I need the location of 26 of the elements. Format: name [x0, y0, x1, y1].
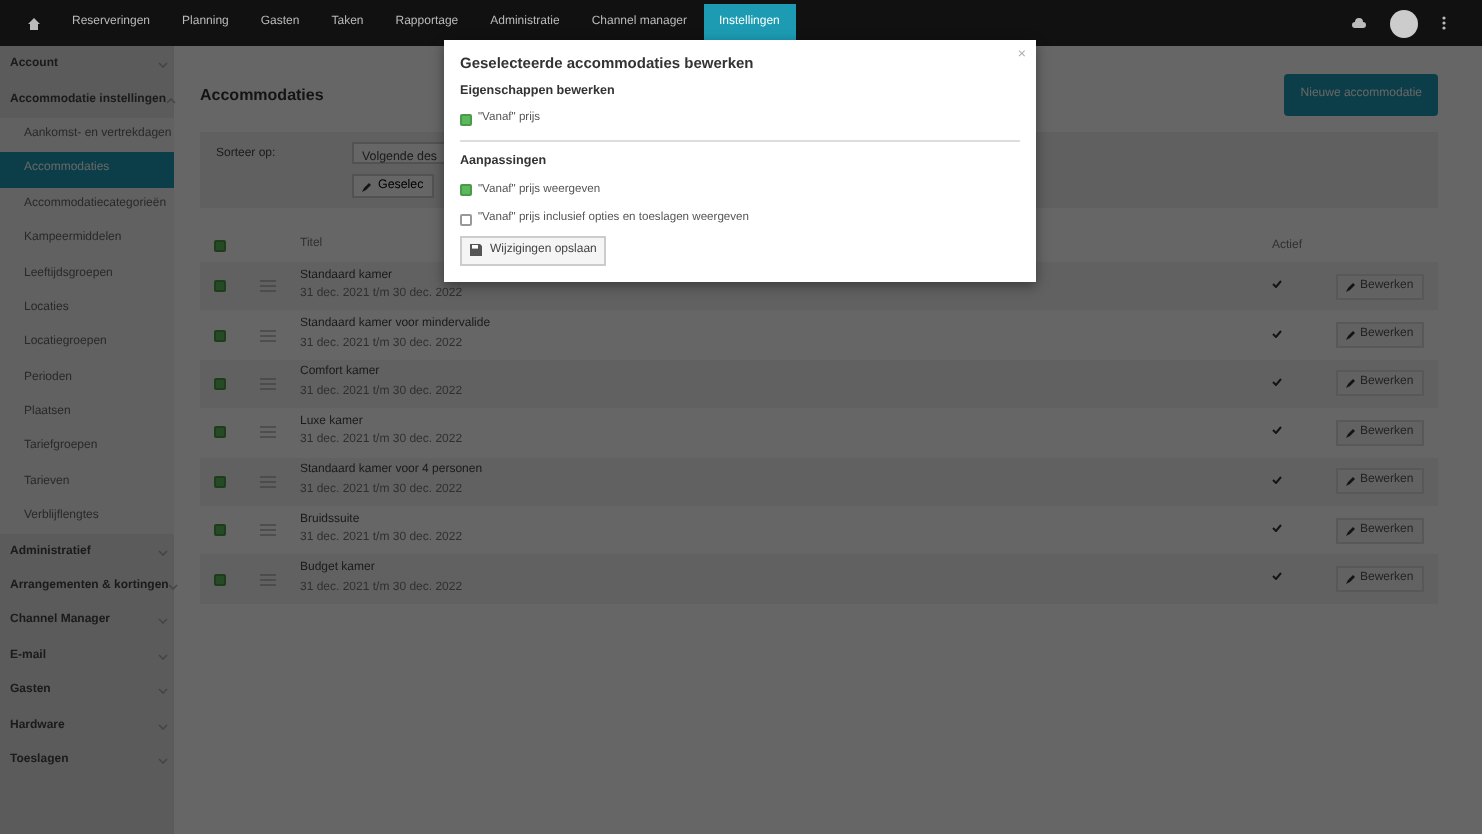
pencil-icon: [1346, 574, 1356, 585]
pencil-icon: [1346, 281, 1356, 292]
pencil-icon: [1346, 427, 1356, 438]
row-checkbox[interactable]: [214, 573, 226, 586]
pencil-icon: [1346, 330, 1356, 341]
row-checkbox[interactable]: [214, 329, 226, 342]
select-all-checkbox[interactable]: [214, 240, 226, 252]
row-checkbox[interactable]: [214, 377, 226, 390]
checkbox[interactable]: [460, 113, 472, 126]
avatar[interactable]: [1390, 9, 1418, 37]
row-checkbox[interactable]: [214, 524, 226, 537]
pencil-icon: [1346, 525, 1356, 536]
cloud-icon[interactable]: [1352, 18, 1366, 28]
page-title: Accommodaties: [200, 85, 324, 105]
drag-handle-icon[interactable]: [259, 524, 275, 537]
pencil-icon: [1346, 378, 1356, 389]
row-checkbox[interactable]: [214, 426, 226, 439]
checkbox[interactable]: [460, 183, 472, 196]
home-icon[interactable]: [28, 17, 40, 29]
row-checkbox[interactable]: [214, 280, 226, 293]
pencil-icon: [1346, 476, 1356, 487]
pencil-icon: [362, 181, 372, 191]
checkbox[interactable]: [460, 213, 472, 226]
drag-handle-icon[interactable]: [259, 329, 275, 342]
row-checkbox[interactable]: [214, 475, 226, 488]
drag-handle-icon[interactable]: [259, 426, 275, 439]
